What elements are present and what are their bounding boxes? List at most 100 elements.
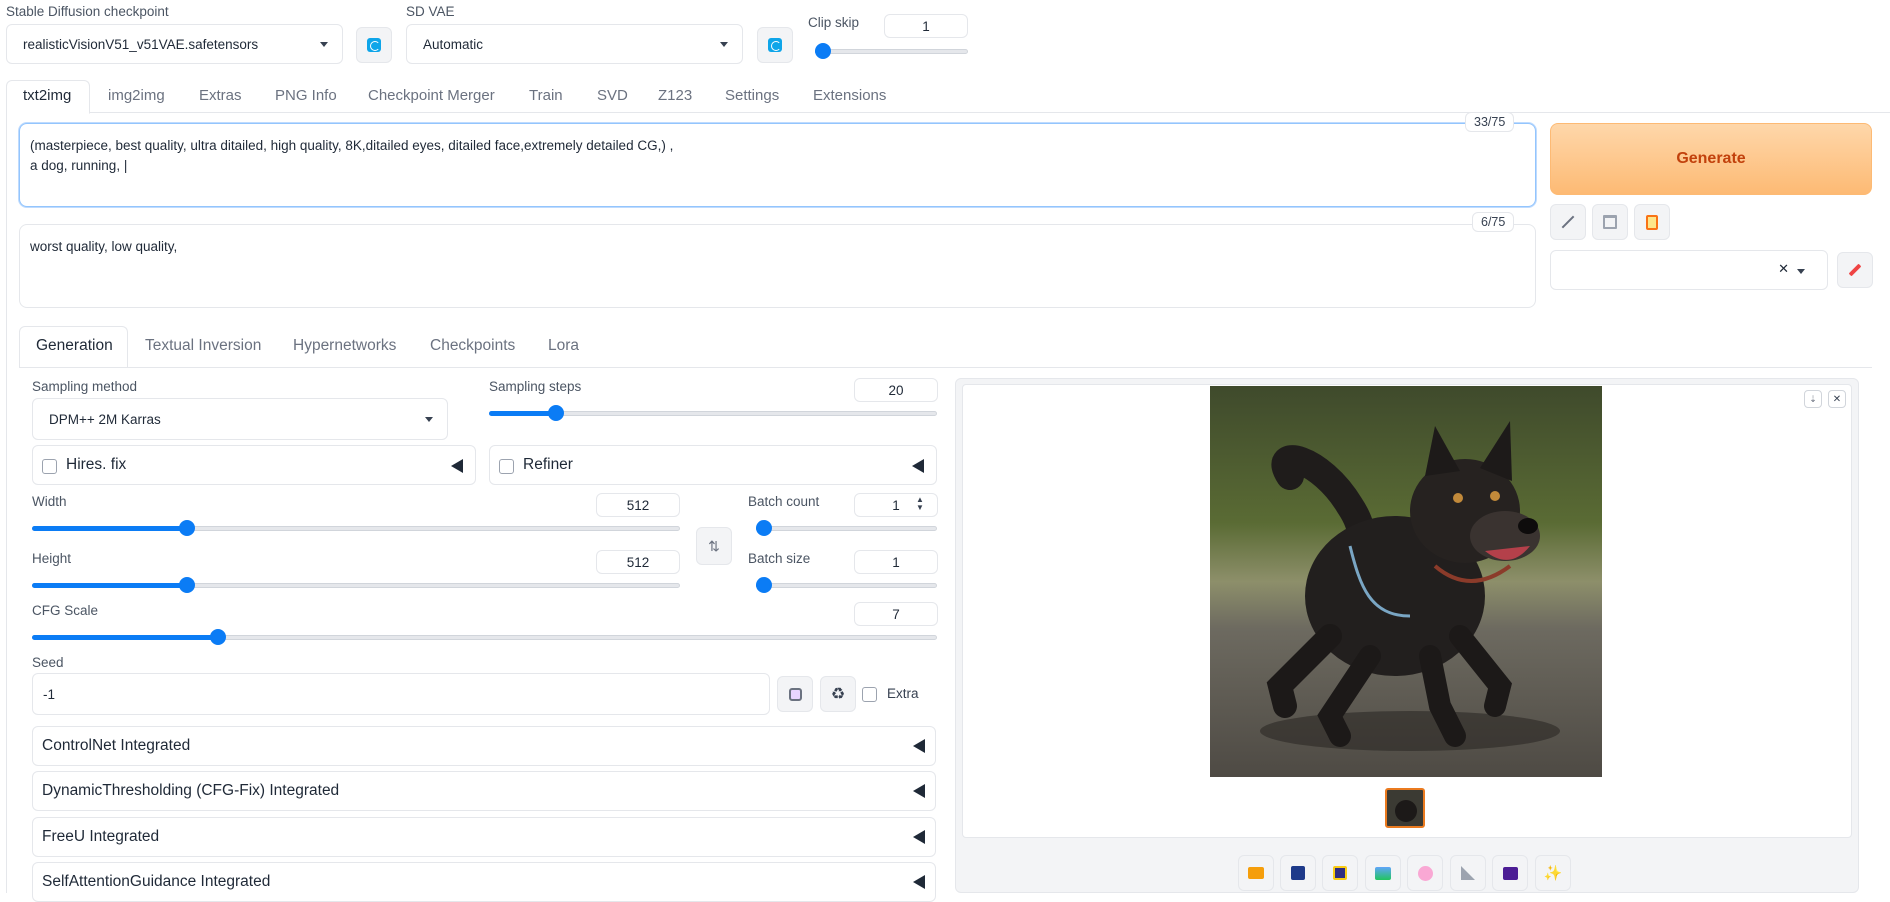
vae-dropdown[interactable]: Automatic [406,24,743,64]
swap-dimensions-button[interactable]: ⇅ [696,527,732,565]
edit-styles-button[interactable] [1837,252,1873,288]
dynamic-thresholding-accordion[interactable]: DynamicThresholding (CFG-Fix) Integrated [32,771,936,811]
height-slider[interactable] [32,577,680,593]
tab-train[interactable]: Train [529,87,563,104]
generate-label: Generate [1676,150,1746,167]
tab-generation[interactable]: Generation [36,337,113,355]
accordion-label: FreeU Integrated [42,828,160,845]
styles-dropdown[interactable]: ✕ [1550,250,1828,290]
sampling-steps-slider[interactable] [489,405,937,421]
send-to-extras-icon [1461,866,1475,880]
clip-skip-input[interactable]: 1 [884,14,968,38]
generate-button[interactable]: Generate [1550,123,1872,195]
checkpoint-value: realisticVisionV51_v51VAE.safetensors [23,36,259,52]
negative-prompt-textarea[interactable]: worst quality, low quality, [19,224,1536,308]
refresh-icon [367,38,381,52]
generated-image-dog[interactable] [1210,386,1602,777]
width-label: Width [32,494,67,509]
hires-fix-accordion[interactable]: Hires. fix [32,445,476,485]
clear-styles-icon[interactable]: ✕ [1778,261,1789,277]
clip-skip-label: Clip skip [808,15,860,30]
send-to-inpaint-button[interactable] [1407,855,1443,891]
clip-skip-slider[interactable] [815,43,968,59]
accordion-label: SelfAttentionGuidance Integrated [42,873,271,890]
height-label: Height [32,551,72,566]
video-button[interactable] [1492,855,1528,891]
sparkle-button[interactable]: ✨ [1535,855,1571,891]
refresh-icon [768,38,782,52]
pencil-icon [1848,263,1862,277]
cfg-scale-slider[interactable] [32,629,937,645]
cfg-scale-input[interactable]: 7 [854,602,938,626]
sparkle-icon: ✨ [1543,865,1563,882]
accordion-label: ControlNet Integrated [42,737,191,754]
sampling-method-dropdown[interactable]: DPM++ 2M Karras [32,398,448,440]
tab-extras[interactable]: Extras [199,87,242,104]
clear-prompt-button[interactable] [1592,204,1628,240]
width-input[interactable]: 512 [596,493,680,517]
collapse-triangle-icon [913,739,925,753]
refiner-label: Refiner [523,456,573,473]
video-icon [1502,866,1518,880]
save-zip-button[interactable] [1322,855,1358,891]
send-to-img2img-icon [1375,866,1391,880]
batch-size-input[interactable]: 1 [854,550,938,574]
tab-png-info[interactable]: PNG Info [275,87,337,104]
extra-seed-label: Extra [887,686,919,701]
refiner-accordion[interactable]: Refiner [489,445,937,485]
tab-img2img[interactable]: img2img [108,87,165,104]
chevron-down-icon [320,42,328,47]
download-icon: ⇣ [1809,393,1817,404]
send-to-extras-button[interactable] [1450,855,1486,891]
tab-settings[interactable]: Settings [725,87,779,104]
download-image-button[interactable]: ⇣ [1804,390,1822,408]
batch-count-input[interactable]: 1 [854,493,938,517]
tab-extensions[interactable]: Extensions [813,87,886,104]
tab-checkpoint-merger[interactable]: Checkpoint Merger [368,87,495,104]
vae-label: SD VAE [406,4,455,19]
self-attention-guidance-accordion[interactable]: SelfAttentionGuidance Integrated [32,862,936,902]
prompt-token-counter: 33/75 [1465,112,1515,132]
close-image-button[interactable]: ✕ [1828,390,1846,408]
tab-z123[interactable]: Z123 [658,87,692,104]
controlnet-accordion[interactable]: ControlNet Integrated [32,726,936,766]
refiner-checkbox[interactable] [499,459,514,474]
random-seed-button[interactable] [777,676,813,712]
freeu-accordion[interactable]: FreeU Integrated [32,817,936,857]
gallery-thumbnail[interactable] [1385,788,1425,828]
clipboard-icon [1646,214,1658,230]
apply-styles-button[interactable] [1634,204,1670,240]
batch-size-slider[interactable] [756,577,937,593]
hires-fix-checkbox[interactable] [42,459,57,474]
tab-hypernetworks[interactable]: Hypernetworks [293,337,396,355]
checkpoint-label: Stable Diffusion checkpoint [6,4,169,19]
send-to-img2img-button[interactable] [1365,855,1401,891]
subtabs-underline [19,367,1872,368]
prompt-textarea[interactable]: (masterpiece, best quality, ultra ditail… [19,123,1536,207]
tab-lora[interactable]: Lora [548,337,579,355]
open-folder-button[interactable] [1238,855,1274,891]
seed-label: Seed [32,655,64,670]
sampling-method-value: DPM++ 2M Karras [49,411,161,427]
tab-checkpoints[interactable]: Checkpoints [430,337,515,355]
save-button[interactable] [1280,855,1316,891]
height-input[interactable]: 512 [596,550,680,574]
batch-count-slider[interactable] [756,520,937,536]
tab-txt2img[interactable]: txt2img [23,87,71,104]
reuse-seed-button[interactable]: ♻ [820,676,856,712]
send-to-inpaint-icon [1417,865,1433,881]
negative-prompt-token-counter: 6/75 [1472,212,1515,232]
read-params-button[interactable] [1550,204,1586,240]
extra-seed-checkbox[interactable] [862,687,877,702]
sampling-steps-input[interactable]: 20 [854,378,938,402]
seed-input[interactable]: -1 [32,673,770,715]
close-icon: ✕ [1832,393,1842,405]
tab-textual-inversion[interactable]: Textual Inversion [145,337,261,355]
refresh-vae-button[interactable] [757,27,793,63]
width-slider[interactable] [32,520,680,536]
checkpoint-dropdown[interactable]: realisticVisionV51_v51VAE.safetensors [6,24,343,64]
batch-count-stepper-icon[interactable]: ▲ ▼ [916,496,924,512]
tab-svd[interactable]: SVD [597,87,628,104]
collapse-triangle-icon [913,830,925,844]
refresh-checkpoint-button[interactable] [356,27,392,63]
